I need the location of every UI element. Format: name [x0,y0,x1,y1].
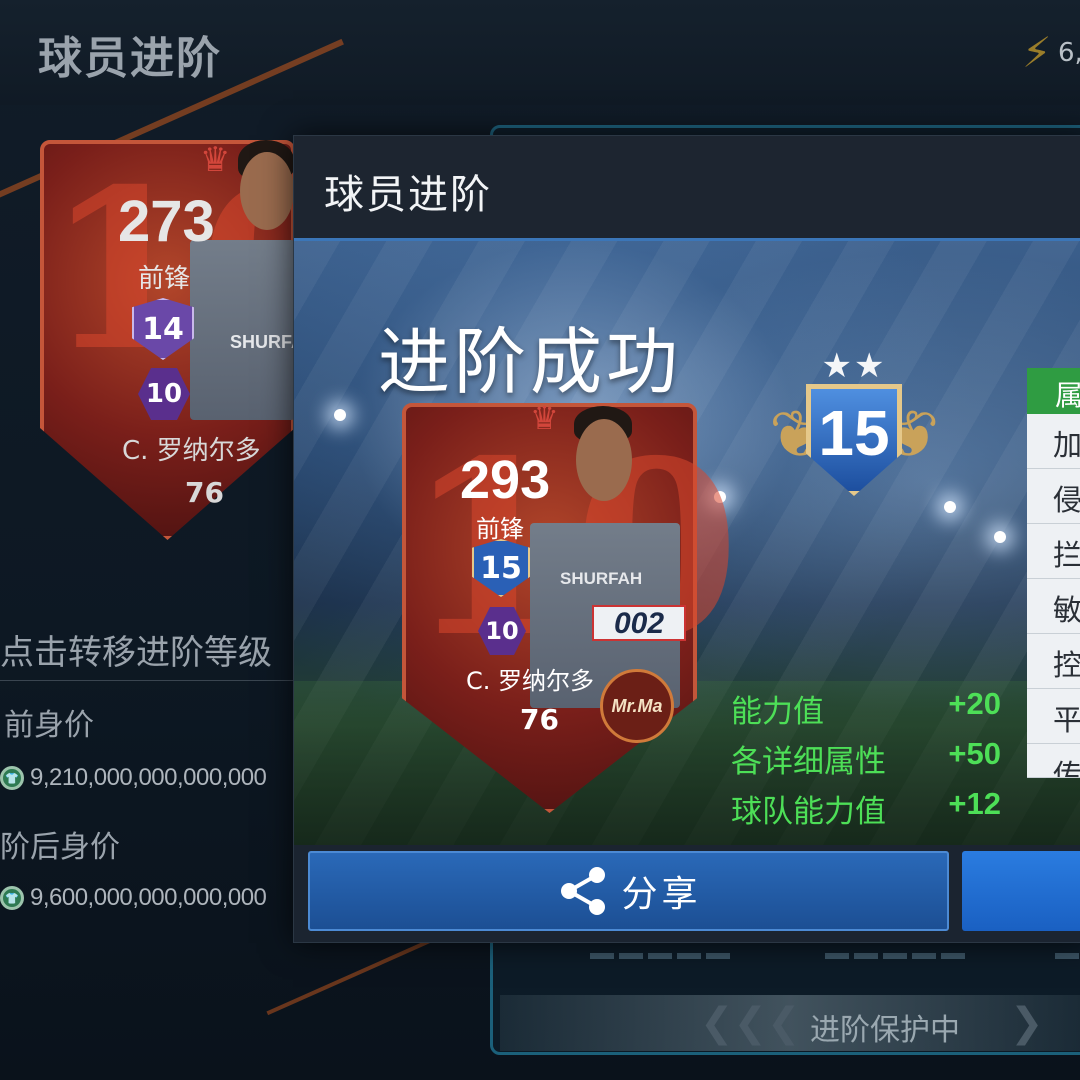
stat-label: 能力值 [731,694,824,730]
level-number: 15 [806,384,902,496]
chevron-left-icon: ❮❮❮ [700,1000,801,1046]
stat-label: 球队能力值 [731,794,886,830]
currency-amount: 6, [1058,38,1080,68]
progress-dots [825,944,970,959]
share-button-label: 分享 [621,874,702,915]
transfer-hint[interactable]: 点击转移进阶等级 [0,625,272,674]
chevron-right-icon: ❯ [1010,1000,1044,1046]
stadium-light [334,409,346,421]
player-position: 前锋 [138,264,191,294]
stat-value: +20 [948,686,1001,721]
attribute-item: 平 [1027,689,1080,744]
player-rating: 293 [460,450,551,510]
star-icon: ★★ [821,346,887,386]
dialog-title: 球员进阶 [324,172,492,218]
stat-row: 各详细属性 +50 [731,736,1001,786]
stat-row: 球队能力值 +12 [731,786,1001,836]
player-head [240,152,294,230]
player-name: C. 罗纳尔多 [466,667,595,695]
level-badge: ★★ ❦ ❦ 15 [769,346,939,526]
dialog-footer: 分享 [294,845,1080,942]
player-rating: 273 [118,189,215,254]
success-heading: 进阶成功 [378,320,683,404]
stat-value: +50 [948,736,1001,771]
player-card-before[interactable]: 10 ♛ SHURFA 273 前锋 14 10 C. 罗纳尔多 76 [40,140,352,540]
attribute-item: 传 [1027,744,1080,778]
value-after-label: 阶后身价 [0,830,120,865]
energy-bolt-icon: ⚡ [1022,28,1052,77]
stat-value: +12 [948,786,1001,821]
jersey-sponsor: SHURFAH [560,569,643,588]
team-rating: 76 [185,476,224,509]
share-button[interactable]: 分享 [308,851,949,931]
stadium-light [994,531,1006,543]
jersey-number: 002 [592,605,686,641]
creator-badge: Mr.Ma [600,669,674,743]
crown-icon: ♛ [200,140,231,180]
player-name: C. 罗纳尔多 [122,436,261,466]
coin-icon: 👕 [0,886,24,910]
attribute-item: 拦 [1027,524,1080,579]
progress-dots [590,944,735,959]
share-icon [561,867,606,915]
player-card-after[interactable]: 10 ♛ SHURFAH 293 前锋 15 10 002 C. 罗纳尔多 76… [402,399,740,813]
attribute-item: 加 [1027,414,1080,469]
stat-row: 能力值 +20 [731,686,1001,736]
creator-badge-label: Mr.Ma [611,695,663,716]
attribute-item: 侵 [1027,469,1080,524]
page-title: 球员进阶 [38,33,222,84]
attribute-panel-header: 属 [1027,368,1080,414]
value-before-label: 前身价 [4,708,94,743]
value-before-amount: 9,210,000,000,000,000 [30,764,267,791]
dialog-body: 进阶成功 ★★ ❦ ❦ 15 10 ♛ SHURFAH 293 前锋 15 10… [294,238,1080,845]
attribute-panel[interactable]: 属 加 侵 拦 敏 控 平 传 [1027,368,1080,778]
value-after-amount: 9,600,000,000,000,000 [30,884,267,911]
stat-label: 各详细属性 [731,744,886,780]
protection-status: 进阶保护中 [810,1013,960,1048]
attribute-item: 控 [1027,634,1080,689]
team-rating: 76 [520,703,559,736]
confirm-button[interactable] [962,851,1080,931]
coin-icon: 👕 [0,766,24,790]
player-photo [190,240,295,420]
upgrade-result-dialog: 球员进阶 进阶成功 ★★ ❦ ❦ 15 10 ♛ SHURFAH 293 前锋 [293,135,1080,943]
dialog-header: 球员进阶 [294,136,1080,238]
player-position: 前锋 [476,515,524,543]
attribute-item: 敏 [1027,579,1080,634]
stadium-light [944,501,956,513]
crown-icon: ♛ [530,399,559,437]
progress-dots [1055,944,1080,959]
player-head [576,419,632,501]
divider [0,680,300,681]
